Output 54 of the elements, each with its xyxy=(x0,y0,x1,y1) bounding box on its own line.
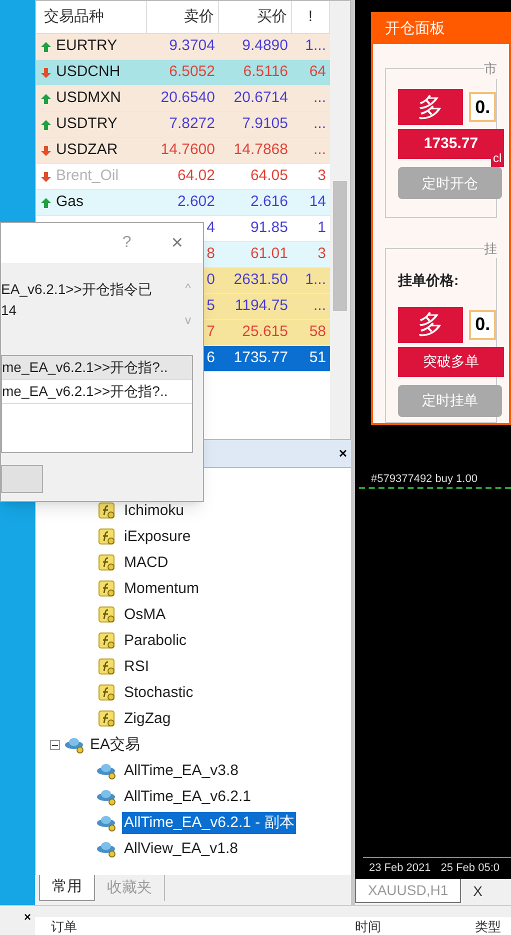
bid-price: 5 xyxy=(206,296,215,316)
symbol-text: EURTRY xyxy=(56,36,118,56)
bid-price: 20.6540 xyxy=(160,88,215,108)
symbol-text: Brent_Oil xyxy=(56,166,119,186)
bid-price: 7 xyxy=(206,322,215,342)
symbol-text: USDMXN xyxy=(56,88,122,108)
ask-price: 91.85 xyxy=(250,218,288,238)
spread-value: 51 xyxy=(309,348,326,368)
spread-value: ... xyxy=(313,114,326,134)
ask-price: 2631.50 xyxy=(234,270,288,290)
bid-price: 7.8272 xyxy=(169,114,215,134)
bid-price: 2.602 xyxy=(177,192,215,212)
ask-price: 7.9105 xyxy=(242,114,288,134)
date-label: 23 Feb 2021 xyxy=(369,861,431,876)
spread-value: ... xyxy=(313,140,326,160)
ask-price: 20.6714 xyxy=(234,88,288,108)
order-line-label: #579377492 buy 1.00 xyxy=(371,473,478,486)
spread-value: 58 xyxy=(309,322,326,342)
bid-price: 4 xyxy=(206,218,215,238)
symbol-text: USDZAR xyxy=(56,140,118,160)
spread-value: ... xyxy=(313,88,326,108)
bid-price: 9.3704 xyxy=(169,36,215,56)
ask-price: 2.616 xyxy=(250,192,288,212)
bid-price: 14.7600 xyxy=(160,140,215,160)
ask-price: 1735.77 xyxy=(234,348,288,368)
bid-price: 8 xyxy=(206,244,215,264)
spread-value: 1 xyxy=(318,218,326,238)
bid-price: 6.5052 xyxy=(169,62,215,82)
ask-price: 9.4890 xyxy=(242,36,288,56)
date-label: 25 Feb 05:0 xyxy=(440,861,500,876)
spread-value: 14 xyxy=(309,192,326,212)
symbol-text: Gas xyxy=(56,192,84,212)
spread-value: 1... xyxy=(305,36,326,56)
symbol-text: USDTRY xyxy=(56,114,118,134)
spread-value: 1... xyxy=(305,270,326,290)
ask-price: 64.05 xyxy=(250,166,288,186)
panel-title: 开仓面板 xyxy=(373,14,509,44)
field-label: 挂单价格: xyxy=(398,271,459,290)
message-text: 14 xyxy=(1,301,18,320)
group-label: 市 xyxy=(484,59,497,78)
ask-price: 61.01 xyxy=(250,244,288,264)
ask-price: 25.615 xyxy=(242,322,288,342)
spread-value: 64 xyxy=(309,62,326,82)
bid-price: 6 xyxy=(206,348,215,368)
bid-price: 64.02 xyxy=(177,166,215,186)
bid-price: 0 xyxy=(206,270,215,290)
ask-price: 14.7868 xyxy=(234,140,288,160)
symbol-text: USDCNH xyxy=(56,62,120,82)
spread-value: 3 xyxy=(318,166,326,186)
ask-price: 6.5116 xyxy=(243,62,288,82)
spread-value: ... xyxy=(313,296,326,316)
spread-value: 3 xyxy=(318,244,326,264)
ask-price: 1194.75 xyxy=(234,296,288,316)
message-text: EA_v6.2.1>>开仓指令已 xyxy=(1,280,153,299)
